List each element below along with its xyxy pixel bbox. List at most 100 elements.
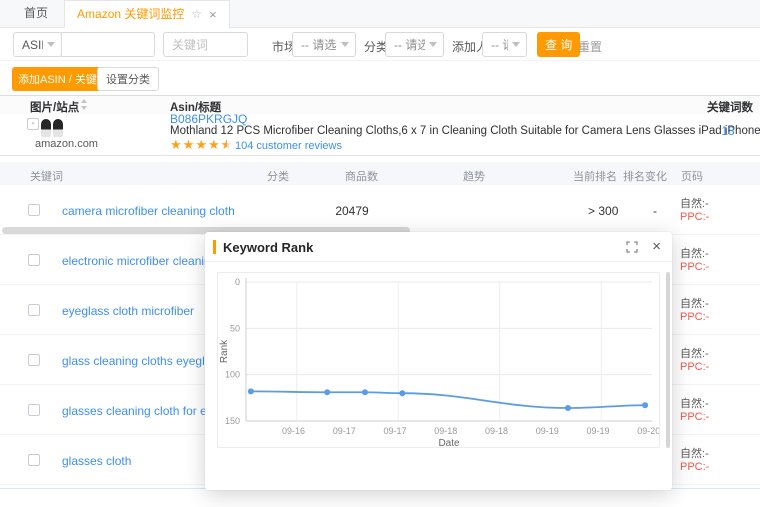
star-icon: ★ — [195, 137, 208, 152]
keyword-link[interactable]: eyeglass cloth microfiber — [62, 304, 194, 318]
page-natural: 自然:- — [680, 298, 709, 311]
favorite-star-icon[interactable]: ☆ — [191, 1, 202, 28]
kw-col-header: 商品数 — [345, 168, 378, 184]
product-title: Mothland 12 PCS Microfiber Cleaning Clot… — [170, 125, 690, 137]
data-point[interactable] — [565, 405, 571, 411]
data-point[interactable] — [324, 389, 330, 395]
creator-select[interactable]: -- 请选... — [482, 32, 527, 57]
page-cell: 自然:-PPC:- — [680, 398, 709, 423]
star-icon: ★ — [183, 137, 196, 152]
market-select[interactable]: -- 请选择 -- — [292, 32, 356, 57]
keyword-rank-modal: Keyword Rank × 05010015009-1609-1709-170… — [205, 232, 672, 490]
product-table-header: 图片/站点 Asin/标题 关键词数 — [0, 95, 760, 114]
reset-button[interactable]: 重置 — [578, 38, 602, 55]
star-rating: ★★★★★★ — [170, 138, 233, 152]
rank-change: - — [648, 204, 662, 218]
asin-input[interactable] — [62, 33, 154, 56]
keyword-input[interactable] — [164, 33, 247, 56]
tab-amazon-keyword-monitor[interactable]: Amazon 关键词监控 ☆ × — [64, 0, 230, 28]
tab-close-icon[interactable]: × — [209, 8, 217, 21]
kw-col-header: 排名变化 — [623, 168, 667, 184]
marketplace-site: amazon.com — [35, 138, 98, 150]
close-icon[interactable]: × — [652, 237, 661, 257]
modal-scrollbar-thumb[interactable] — [666, 272, 670, 448]
keyword-table-header: 关键词 分类 商品数 趋势 当前排名排名变化页码 — [0, 162, 760, 185]
modal-header: Keyword Rank × — [205, 232, 672, 262]
tab-home[interactable]: 首页 — [8, 0, 64, 27]
kw-col-header: 关键词 — [30, 168, 63, 184]
star-icon: ★ — [170, 137, 183, 152]
rank-series-line — [251, 391, 645, 408]
title-accent-bar — [213, 240, 216, 254]
x-tick-label: 09-20 — [637, 426, 659, 436]
col-image-site[interactable]: 图片/站点 — [30, 99, 79, 115]
x-tick-label: 09-17 — [383, 426, 406, 436]
keyword-link[interactable]: camera microfiber cleaning cloth — [62, 204, 235, 218]
set-category-button[interactable]: 设置分类 — [97, 67, 159, 91]
page-cell: 自然:-PPC:- — [680, 248, 709, 273]
page-natural: 自然:- — [680, 198, 709, 211]
row-checkbox[interactable] — [28, 304, 40, 316]
kw-col-header: 趋势 — [463, 168, 485, 184]
tab-bar: 首页 Amazon 关键词监控 ☆ × — [0, 0, 760, 28]
page-ppc: PPC:- — [680, 261, 709, 274]
keyword-rank-chart: 05010015009-1609-1709-1709-1809-1809-190… — [217, 272, 660, 448]
page-ppc: PPC:- — [680, 411, 709, 424]
chevron-down-icon — [47, 42, 55, 47]
chevron-down-icon — [429, 42, 437, 47]
page-ppc: PPC:- — [680, 211, 709, 224]
keyword-input-wrap — [163, 32, 248, 57]
star-icon: ★ — [208, 137, 221, 152]
row-checkbox[interactable] — [28, 404, 40, 416]
filter-bar: ASIN 市场 -- 请选择 -- 分类 -- 请选择 -- 添加人 -- 请选… — [0, 28, 760, 61]
star-icon: ★★ — [221, 138, 234, 152]
keyword-count-link[interactable]: 18 — [705, 124, 751, 138]
sort-icon[interactable] — [80, 99, 88, 110]
page-natural: 自然:- — [680, 348, 709, 361]
collapse-row-button[interactable]: - — [27, 118, 39, 130]
fullscreen-icon[interactable] — [626, 241, 638, 253]
page-natural: 自然:- — [680, 248, 709, 261]
category-select[interactable]: -- 请选择 -- — [385, 32, 444, 57]
page-ppc: PPC:- — [680, 461, 709, 474]
page-natural: 自然:- — [680, 398, 709, 411]
row-checkbox[interactable] — [28, 254, 40, 266]
col-keyword-count: 关键词数 — [705, 99, 755, 115]
current-rank: > 300 — [588, 204, 638, 218]
amazon-keyword-monitor-page: 首页 Amazon 关键词监控 ☆ × ASIN 市场 -- 请选择 -- 分类… — [0, 0, 760, 507]
y-axis-title: Rank — [219, 339, 230, 363]
y-tick-label: 50 — [230, 323, 240, 333]
data-point[interactable] — [399, 390, 405, 396]
products-count: 20479 — [312, 204, 392, 218]
search-type-select[interactable]: ASIN — [13, 32, 62, 57]
page-ppc: PPC:- — [680, 361, 709, 374]
product-image — [41, 115, 67, 137]
kw-col-header: 当前排名 — [573, 168, 617, 184]
x-tick-label: 09-19 — [586, 426, 609, 436]
tab-label: Amazon 关键词监控 — [77, 1, 184, 28]
asin-link[interactable]: B086PKRGJQ — [170, 112, 247, 126]
row-checkbox[interactable] — [28, 204, 40, 216]
page-ppc: PPC:- — [680, 311, 709, 324]
data-point[interactable] — [248, 388, 254, 394]
search-button[interactable]: 查 询 — [537, 32, 580, 57]
row-checkbox[interactable] — [28, 354, 40, 366]
customer-reviews-link[interactable]: 104 customer reviews — [235, 140, 342, 152]
modal-title: Keyword Rank — [223, 240, 313, 255]
page-cell: 自然:-PPC:- — [680, 448, 709, 473]
page-natural: 自然:- — [680, 448, 709, 461]
page-cell: 自然:-PPC:- — [680, 198, 709, 223]
x-tick-label: 09-19 — [536, 426, 559, 436]
data-point[interactable] — [642, 402, 648, 408]
rank-line-chart: 05010015009-1609-1709-1709-1809-1809-190… — [218, 273, 659, 447]
kw-col-header: 页码 — [681, 168, 703, 184]
kw-col-header: 分类 — [267, 168, 289, 184]
x-axis-title: Date — [438, 438, 460, 447]
keyword-link[interactable]: glasses cloth — [62, 454, 131, 468]
data-point[interactable] — [362, 389, 368, 395]
x-tick-label: 09-16 — [282, 426, 305, 436]
y-tick-label: 0 — [235, 277, 240, 287]
y-tick-label: 100 — [225, 370, 240, 380]
chevron-down-icon — [512, 42, 520, 47]
row-checkbox[interactable] — [28, 454, 40, 466]
